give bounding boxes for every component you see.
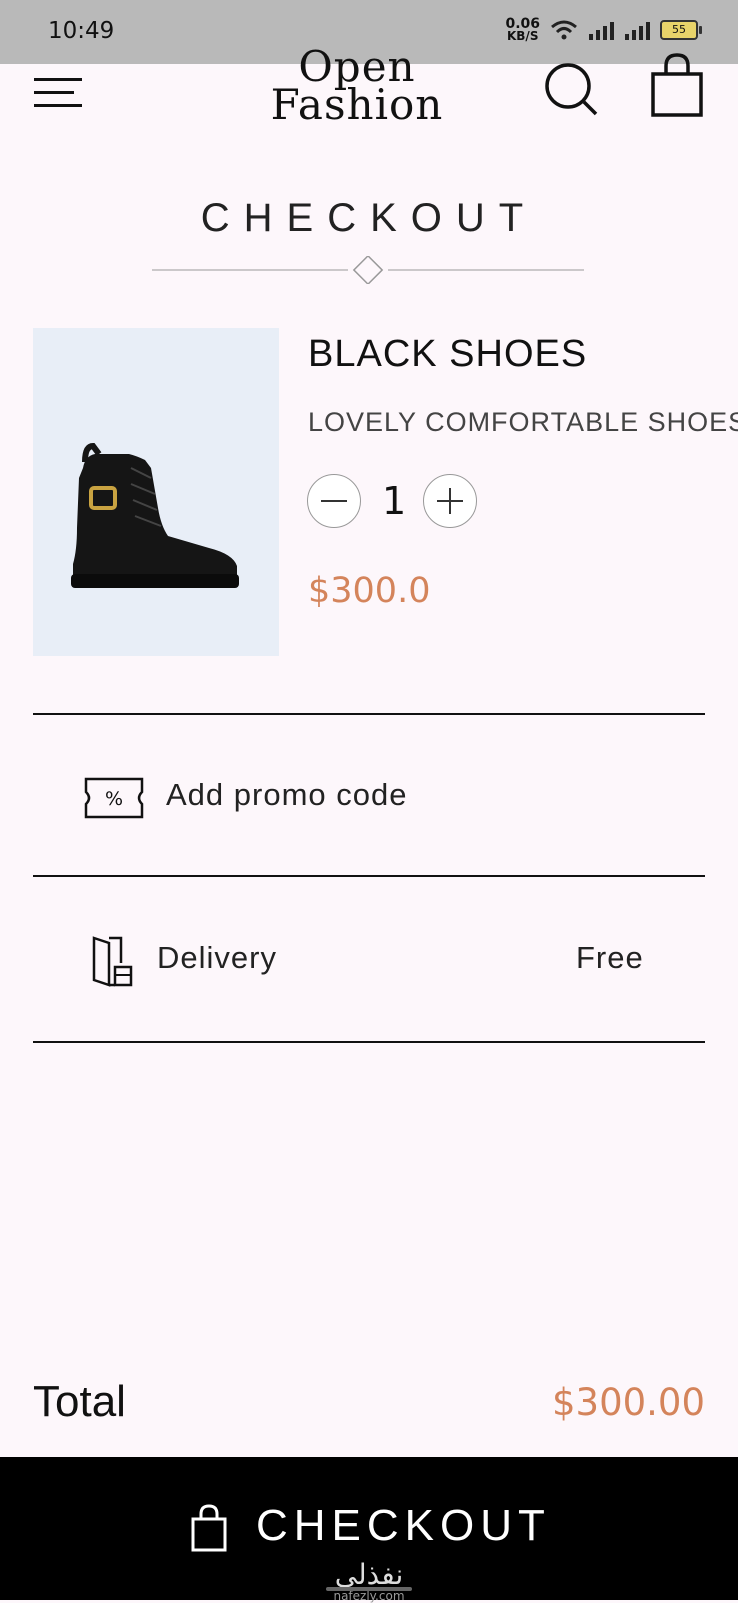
promo-ticket-icon: % (84, 777, 144, 819)
total-value: $300.00 (551, 1381, 705, 1424)
status-time: 10:49 (48, 18, 115, 44)
delivery-value: Free (576, 940, 644, 975)
title-divider (152, 256, 584, 284)
shopping-bag-icon[interactable] (650, 52, 704, 118)
status-indicators: 0.06 KB/S 55 (505, 16, 702, 43)
signal-icon (625, 22, 650, 40)
boot-image (71, 442, 239, 588)
search-icon[interactable] (542, 60, 602, 120)
quantity-value: 1 (382, 479, 407, 523)
checkout-label: CHECKOUT (256, 1501, 551, 1550)
network-speed: 0.06 KB/S (505, 16, 540, 43)
total-label: Total (33, 1377, 126, 1426)
promo-code-label: Add promo code (166, 777, 408, 812)
delivery-door-icon (92, 936, 133, 987)
menu-icon (34, 104, 82, 107)
battery-indicator: 55 (660, 20, 702, 40)
watermark: نفذلي nafezly.com (333, 1558, 405, 1603)
quantity-increase-button[interactable] (423, 474, 477, 528)
app-bar: Open Fashion (0, 46, 738, 138)
section-divider (33, 1041, 705, 1043)
checkout-button[interactable]: CHECKOUT نفذلي nafezly.com (0, 1457, 738, 1603)
product-description: LOVELY COMFORTABLE SHOES (308, 407, 738, 437)
signal-icon (589, 22, 614, 40)
brand-logo[interactable]: Open Fashion (262, 46, 452, 126)
menu-icon (34, 91, 74, 94)
promo-code-row[interactable]: % Add promo code (33, 715, 705, 875)
menu-button[interactable] (34, 72, 84, 112)
quantity-decrease-button[interactable] (307, 474, 361, 528)
home-indicator (326, 1587, 412, 1591)
product-image[interactable] (33, 328, 279, 656)
delivery-row[interactable]: Delivery Free (33, 877, 705, 1041)
shopping-bag-icon (191, 1504, 227, 1552)
wifi-icon (551, 20, 577, 40)
delivery-label: Delivery (157, 940, 277, 975)
product-name: BLACK SHOES (308, 333, 588, 375)
product-price: $300.0 (308, 571, 431, 611)
page-title: CHECKOUT (200, 196, 538, 240)
menu-icon (34, 78, 82, 81)
svg-text:%: % (105, 788, 123, 810)
